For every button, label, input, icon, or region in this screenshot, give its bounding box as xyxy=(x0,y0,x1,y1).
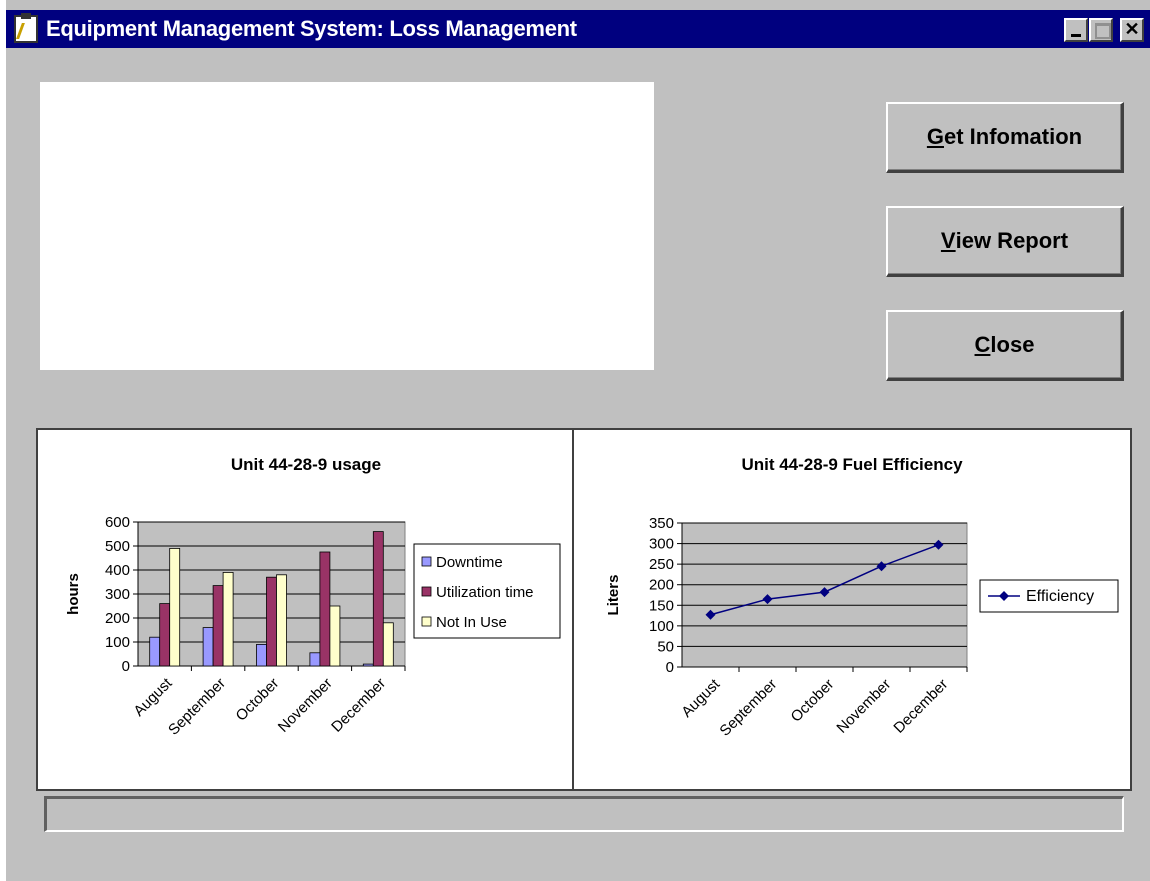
bar xyxy=(149,636,161,667)
y-tick-label: 300 xyxy=(105,586,130,603)
bar xyxy=(329,605,341,667)
title-bar[interactable]: Equipment Management System: Loss Manage… xyxy=(6,10,1150,48)
maximize-button[interactable] xyxy=(1089,18,1113,42)
y-tick-label: 0 xyxy=(666,659,674,676)
clipboard-icon xyxy=(14,13,38,43)
bar xyxy=(309,652,321,667)
app-window: Equipment Management System: Loss Manage… xyxy=(0,0,1150,881)
status-bar xyxy=(44,796,1124,832)
legend-label: Efficiency xyxy=(1026,588,1094,605)
y-tick-label: 50 xyxy=(657,638,674,655)
x-tick-label: September xyxy=(165,675,229,739)
y-tick-label: 600 xyxy=(105,514,130,531)
y-tick-label: 0 xyxy=(122,658,130,675)
y-tick-label: 350 xyxy=(649,515,674,532)
x-tick-label: October xyxy=(788,676,838,726)
y-tick-label: 400 xyxy=(105,562,130,579)
y-tick-label: 300 xyxy=(649,536,674,553)
y-axis-label: Liters xyxy=(605,575,622,616)
get-information-label: et Infomation xyxy=(944,124,1083,149)
x-tick-label: August xyxy=(678,675,724,721)
y-tick-label: 250 xyxy=(649,556,674,573)
y-tick-label: 500 xyxy=(105,538,130,555)
x-tick-label: August xyxy=(130,674,176,720)
bar xyxy=(256,643,267,667)
chart-title: Unit 44-28-9 usage xyxy=(231,455,381,474)
bar xyxy=(266,576,277,667)
x-tick-label: November xyxy=(833,676,894,737)
bar xyxy=(372,531,384,667)
legend-swatch xyxy=(421,616,432,627)
view-report-button[interactable]: View Report xyxy=(886,206,1124,277)
bar xyxy=(276,574,287,667)
get-information-button[interactable]: Get Infomation xyxy=(886,102,1124,173)
bar xyxy=(202,627,214,667)
close-window-button[interactable]: ✕ xyxy=(1120,18,1144,42)
y-tick-label: 100 xyxy=(649,618,674,635)
y-axis-label: hours xyxy=(65,573,82,615)
y-tick-label: 200 xyxy=(105,610,130,627)
y-tick-label: 150 xyxy=(649,597,674,614)
view-report-label: iew Report xyxy=(955,228,1069,253)
fuel-efficiency-chart: Unit 44-28-9 Fuel Efficiency 0 50 100 150 200… xyxy=(605,455,1119,740)
legend-label: Utilization time xyxy=(436,584,534,601)
bar xyxy=(169,548,181,667)
close-mnemonic: C xyxy=(974,332,991,357)
bar xyxy=(362,663,374,667)
bar xyxy=(319,551,331,667)
x-tick-label: October xyxy=(233,675,283,725)
legend-swatch xyxy=(421,586,432,597)
get-information-mnemonic: G xyxy=(926,124,944,149)
bar xyxy=(212,585,224,667)
usage-chart-panel: Unit 44-28-9 usage 0 100 200 300 400 500 600 hou… xyxy=(36,428,574,791)
y-tick-label: 200 xyxy=(649,577,674,594)
x-tick-label: November xyxy=(275,675,336,736)
information-panel xyxy=(40,82,654,370)
minimize-button[interactable] xyxy=(1064,18,1088,42)
bar xyxy=(159,603,171,667)
close-label: lose xyxy=(990,332,1035,357)
bar xyxy=(222,571,234,667)
x-tick-label: December xyxy=(890,676,951,737)
fuel-efficiency-chart-panel: Unit 44-28-9 Fuel Efficiency 0 50 100 150 200… xyxy=(572,428,1132,791)
x-tick-label: December xyxy=(328,675,389,736)
view-report-mnemonic: V xyxy=(940,228,956,253)
chart-title: Unit 44-28-9 Fuel Efficiency xyxy=(741,455,963,474)
usage-chart: Unit 44-28-9 usage 0 100 200 300 400 500 600 hou… xyxy=(65,455,561,739)
x-tick-label: September xyxy=(716,676,780,740)
legend-swatch xyxy=(421,556,432,567)
close-button[interactable]: Close xyxy=(886,310,1124,381)
legend-label: Downtime xyxy=(436,554,503,571)
window-title: Equipment Management System: Loss Manage… xyxy=(46,16,577,41)
y-tick-label: 100 xyxy=(105,634,130,651)
bar xyxy=(382,622,394,667)
legend-label: Not In Use xyxy=(436,614,507,631)
